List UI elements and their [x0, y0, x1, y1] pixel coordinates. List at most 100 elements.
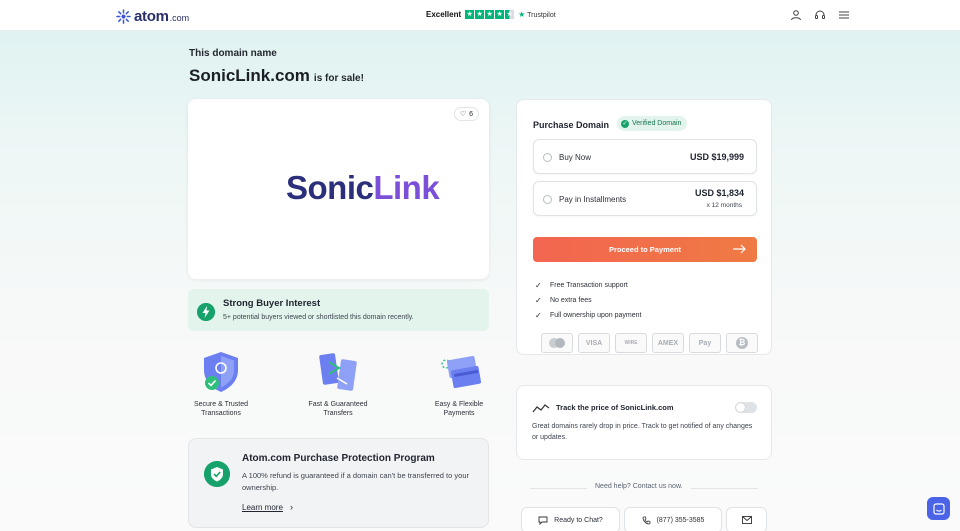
- learn-more-link[interactable]: Learn more: [242, 503, 283, 512]
- trustpilot-star-icon: ★: [518, 10, 526, 19]
- chat-label: Ready to Chat?: [554, 516, 603, 524]
- benefit-label: No extra fees: [550, 297, 592, 304]
- benefit-item: ✓ Free Transaction support: [535, 278, 641, 293]
- apple-pay-icon: Pay: [689, 333, 721, 353]
- toggle-knob: [736, 403, 745, 412]
- for-sale-text: is for sale!: [313, 73, 364, 84]
- proceed-label: Proceed to Payment: [608, 245, 682, 254]
- brand-word-link: Link: [373, 169, 440, 206]
- buyer-interest-banner: Strong Buyer Interest 5+ potential buyer…: [188, 289, 489, 331]
- star-icon: ★: [475, 10, 485, 19]
- purchase-title: Purchase Domain: [533, 120, 610, 130]
- star-icon: ★: [485, 10, 495, 19]
- chat-widget-icon: [932, 502, 945, 515]
- benefit-label: Full ownership upon payment: [550, 312, 642, 319]
- half-star-icon: ★: [505, 10, 515, 19]
- header-actions: [790, 9, 850, 21]
- feature-payments: Easy & Flexible Payments: [414, 350, 504, 418]
- check-icon: ✓: [535, 311, 542, 320]
- check-icon: ✓: [535, 281, 542, 290]
- apple-pay-label: Pay: [698, 339, 712, 347]
- headset-icon[interactable]: [814, 9, 826, 21]
- email-button[interactable]: [726, 507, 767, 531]
- trustpilot-label: Trustpilot: [527, 12, 556, 19]
- chat-button[interactable]: Ready to Chat?: [521, 507, 620, 531]
- shield-check-icon: [204, 461, 230, 487]
- user-icon[interactable]: [790, 9, 802, 21]
- benefit-label: Free Transaction support: [550, 282, 628, 289]
- check-icon: ✓: [535, 296, 542, 305]
- brand-word-sonic: Sonic: [286, 169, 374, 206]
- feature-label: Fast & Guaranteed Transfers: [308, 401, 368, 417]
- interest-title: Strong Buyer Interest: [223, 298, 321, 309]
- help-label: Need help? Contact us now.: [587, 483, 691, 490]
- logo-suffix: .com: [169, 13, 190, 23]
- purchase-card: Purchase Domain ✓ Verified Domain Buy No…: [516, 99, 772, 355]
- option-label: Buy Now: [559, 153, 592, 162]
- domain-logo-card: ♡ 6 SonicLink: [188, 99, 489, 279]
- protection-title: Atom.com Purchase Protection Program: [242, 453, 435, 464]
- radio-button[interactable]: [543, 153, 552, 162]
- check-circle-icon: ✓: [621, 119, 629, 128]
- like-button[interactable]: ♡ 6: [453, 107, 479, 121]
- domain-name: SonicLink.com: [189, 66, 310, 85]
- trend-line-icon: [532, 404, 550, 413]
- logo-text: atom: [134, 8, 169, 25]
- trustpilot-rating[interactable]: Excellent ★ ★ ★ ★ ★ ★ Trustpilot: [426, 10, 556, 19]
- lightning-icon: [197, 303, 215, 321]
- proceed-to-payment-button[interactable]: Proceed to Payment: [533, 237, 757, 262]
- benefit-item: ✓ No extra fees: [535, 293, 641, 308]
- option-price: USD $19,999: [689, 152, 744, 162]
- feature-label: Secure & Trusted Transactions: [193, 401, 249, 417]
- option-price: USD $1,834: [694, 188, 744, 198]
- star-icon: ★: [465, 10, 475, 19]
- chevron-right-icon: ›: [290, 502, 293, 512]
- option-label: Pay in Installments: [559, 195, 627, 204]
- secure-shield-icon: [204, 352, 238, 392]
- radio-button[interactable]: [543, 195, 552, 204]
- benefit-item: ✓ Full ownership upon payment: [535, 308, 641, 323]
- benefits-list: ✓ Free Transaction support ✓ No extra fees…: [535, 278, 641, 323]
- amex-icon: AMEX: [652, 333, 684, 353]
- option-subtext: x 12 months: [706, 202, 742, 209]
- track-toggle[interactable]: [735, 402, 757, 413]
- verified-label: Verified Domain: [632, 120, 682, 127]
- brand-wordmark: SonicLink: [286, 169, 440, 207]
- rating-label: Excellent: [426, 10, 462, 19]
- track-title: Track the price of SonicLink.com: [556, 403, 674, 412]
- feature-label: Easy & Flexible Payments: [434, 401, 484, 417]
- chat-widget-button[interactable]: [927, 497, 950, 520]
- interest-text: 5+ potential buyers viewed or shortliste…: [223, 314, 414, 321]
- arrow-right-icon: [733, 244, 746, 254]
- mail-icon: [741, 516, 752, 524]
- page-subheading: This domain name: [189, 48, 277, 59]
- menu-icon[interactable]: [838, 9, 850, 21]
- phone-icon: [642, 516, 650, 524]
- page-title: SonicLink.com is for sale!: [189, 66, 364, 86]
- protection-text: A 100% refund is guaranteed if a domain …: [242, 471, 469, 492]
- purchase-protection-card: Atom.com Purchase Protection Program A 1…: [188, 438, 489, 528]
- chat-bubble-icon: [538, 516, 548, 525]
- payment-methods: VISA WIRE AMEX Pay ₿: [541, 333, 758, 353]
- price-tracker-card: Track the price of SonicLink.com Great d…: [516, 385, 772, 460]
- option-buy-now[interactable]: Buy Now USD $19,999: [533, 139, 757, 174]
- like-count: 6: [469, 110, 473, 118]
- phone-button[interactable]: (877) 355-3585: [624, 507, 722, 531]
- transfer-icon: [319, 353, 357, 391]
- rating-stars: ★ ★ ★ ★ ★: [465, 10, 515, 19]
- mastercard-icon: [541, 333, 573, 353]
- bitcoin-symbol: ₿: [736, 337, 748, 349]
- soundwave-logo-icon: [211, 155, 270, 217]
- verified-badge: ✓ Verified Domain: [617, 116, 688, 131]
- atom-logo-icon: [116, 9, 131, 24]
- heart-icon: ♡: [459, 111, 467, 118]
- wire-transfer-icon: WIRE: [615, 333, 647, 353]
- atom-logo[interactable]: atom .com: [116, 8, 189, 25]
- feature-transfers: Fast & Guaranteed Transfers: [293, 350, 383, 418]
- track-text: Great domains rarely drop in price. Trac…: [532, 423, 753, 441]
- option-installments[interactable]: Pay in Installments USD $1,834 x 12 mont…: [533, 181, 757, 216]
- visa-icon: VISA: [578, 333, 610, 353]
- phone-number: (877) 355-3585: [656, 516, 705, 524]
- star-icon: ★: [495, 10, 505, 19]
- feature-secure: Secure & Trusted Transactions: [176, 350, 266, 418]
